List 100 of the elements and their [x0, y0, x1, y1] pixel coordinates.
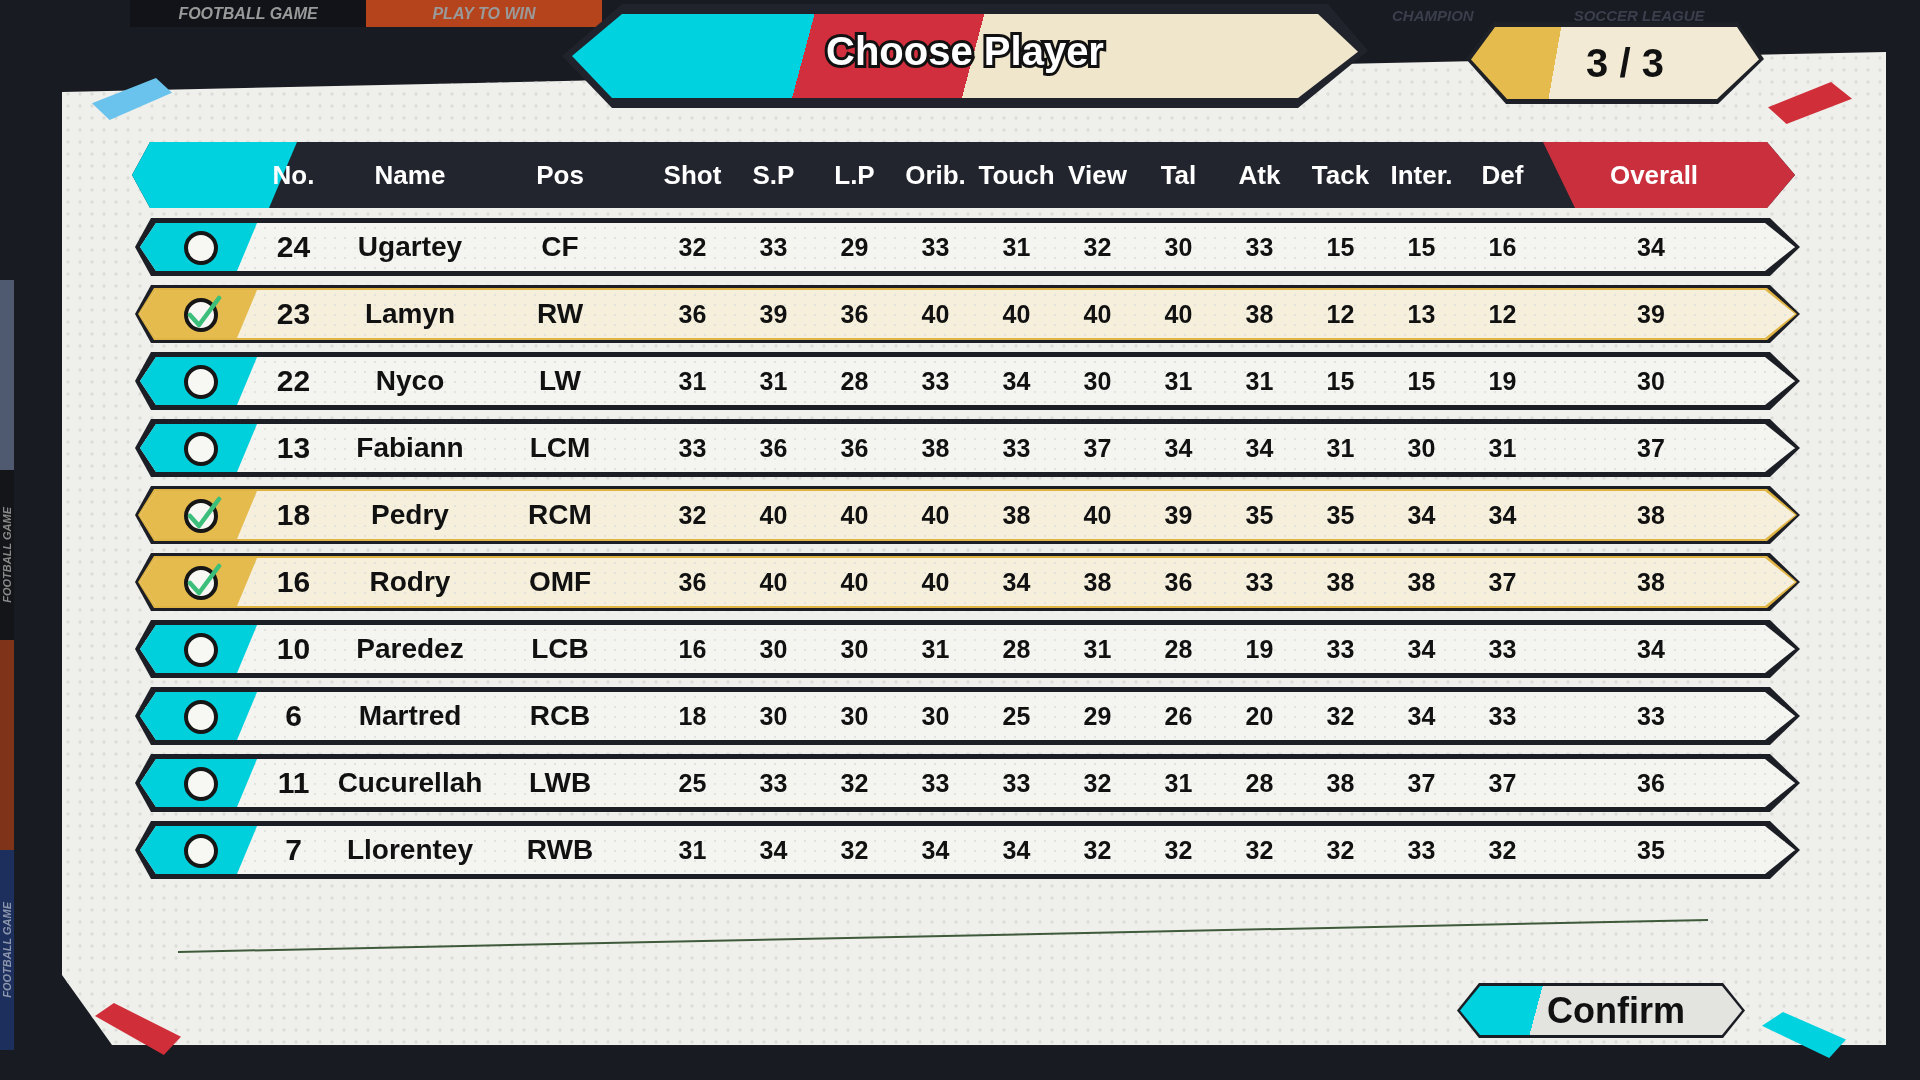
- stat-value: 33: [678, 435, 707, 461]
- stat-value: 34: [1002, 368, 1031, 394]
- stat-value: 38: [1326, 770, 1355, 796]
- overall-value: 30: [1637, 368, 1665, 394]
- stat-value: 32: [678, 502, 707, 528]
- stat-value: 34: [1407, 636, 1436, 662]
- side-label: FOOTBALL GAME: [0, 850, 14, 1050]
- stat-value: 32: [1488, 837, 1517, 863]
- player-row[interactable]: 23 Lamyn RW 36 39 36 40 40 40 40 38 12 13 12 39: [135, 285, 1800, 343]
- player-name: Pedry: [371, 501, 449, 529]
- stat-value: 34: [759, 837, 788, 863]
- banner-label: FOOTBALL GAME: [130, 0, 366, 27]
- stat-value: 40: [1164, 301, 1193, 327]
- player-number: 16: [276, 567, 311, 597]
- stat-value: 31: [1326, 435, 1355, 461]
- player-number: 22: [276, 366, 311, 396]
- player-row[interactable]: 18 Pedry RCM 32 40 40 40 38 40 39 35 35 34 34 38: [135, 486, 1800, 544]
- stat-value: 34: [1407, 502, 1436, 528]
- player-position: LCM: [529, 434, 591, 462]
- stat-value: 30: [759, 636, 788, 662]
- stat-value: 19: [1245, 636, 1274, 662]
- stat-value: 31: [1164, 368, 1193, 394]
- stat-value: 33: [921, 770, 950, 796]
- stat-value: 28: [840, 368, 869, 394]
- stat-value: 39: [759, 301, 788, 327]
- column-header: S.P: [752, 162, 795, 188]
- banner-label: PLAY TO WIN: [366, 0, 602, 27]
- stat-value: 31: [678, 837, 707, 863]
- stat-value: 30: [1164, 234, 1193, 260]
- stat-value: 32: [678, 234, 707, 260]
- player-name: Cucurellah: [337, 769, 483, 797]
- stat-value: 31: [1164, 770, 1193, 796]
- stat-value: 33: [759, 234, 788, 260]
- player-row[interactable]: 7 Llorentey RWB 31 34 32 34 34 32 32 32 32 33 32 35: [135, 821, 1800, 879]
- player-row[interactable]: 11 Cucurellah LWB 25 33 32 33 33 32 31 28 38 37 37 36: [135, 754, 1800, 812]
- stat-value: 40: [840, 569, 869, 595]
- stat-value: 12: [1326, 301, 1355, 327]
- stat-value: 15: [1407, 234, 1436, 260]
- stat-value: 33: [921, 368, 950, 394]
- stat-value: 26: [1164, 703, 1193, 729]
- stat-value: 30: [921, 703, 950, 729]
- stat-value: 12: [1488, 301, 1517, 327]
- stat-value: 30: [840, 636, 869, 662]
- stat-value: 36: [840, 301, 869, 327]
- stat-value: 37: [1488, 770, 1517, 796]
- check-circle-icon[interactable]: [182, 562, 222, 602]
- stat-value: 32: [1164, 837, 1193, 863]
- check-circle-icon[interactable]: [182, 495, 222, 535]
- column-header: Def: [1481, 162, 1524, 188]
- player-number: 6: [285, 701, 302, 731]
- check-circle-icon[interactable]: [182, 294, 222, 334]
- player-name: Paredez: [356, 635, 464, 663]
- column-header: Inter.: [1390, 162, 1453, 188]
- overall-value: 38: [1637, 502, 1665, 528]
- stat-value: 29: [1083, 703, 1112, 729]
- stat-value: 13: [1407, 301, 1436, 327]
- stat-value: 15: [1326, 234, 1355, 260]
- stat-value: 38: [921, 435, 950, 461]
- stat-value: 32: [840, 770, 869, 796]
- column-header: Tal: [1160, 162, 1197, 188]
- stat-value: 33: [1326, 636, 1355, 662]
- stat-value: 33: [759, 770, 788, 796]
- player-name: Rodry: [369, 568, 451, 596]
- side-label: FOOTBALL GAME: [0, 470, 14, 640]
- player-number: 13: [276, 433, 311, 463]
- overall-value: 34: [1637, 636, 1665, 662]
- player-row[interactable]: 6 Martred RCB 18 30 30 30 25 29 26 20 32 34 33 33: [135, 687, 1800, 745]
- stat-value: 35: [1326, 502, 1355, 528]
- player-row[interactable]: 13 Fabiann LCM 33 36 36 38 33 37 34 34 31 30 31 37: [135, 419, 1800, 477]
- player-name: Martred: [358, 702, 462, 730]
- stat-value: 39: [1164, 502, 1193, 528]
- stat-value: 40: [921, 569, 950, 595]
- stat-value: 33: [921, 234, 950, 260]
- stat-value: 37: [1083, 435, 1112, 461]
- stat-value: 37: [1488, 569, 1517, 595]
- stat-value: 16: [1488, 234, 1517, 260]
- player-name: Nyco: [375, 367, 445, 395]
- stat-value: 34: [1407, 703, 1436, 729]
- confirm-button[interactable]: Confirm: [1457, 983, 1745, 1038]
- stat-value: 33: [1407, 837, 1436, 863]
- player-number: 11: [277, 768, 310, 798]
- stat-value: 20: [1245, 703, 1274, 729]
- player-position: RCM: [528, 501, 592, 529]
- player-row[interactable]: 24 Ugartey CF 32 33 29 33 31 32 30 33 15 15 16 34: [135, 218, 1800, 276]
- player-row[interactable]: 10 Paredez LCB 16 30 30 31 28 31 28 19 33 34 33 34: [135, 620, 1800, 678]
- column-header: Orib.: [905, 162, 966, 188]
- stat-value: 34: [1245, 435, 1274, 461]
- player-position: RW: [536, 300, 584, 328]
- stat-value: 30: [1083, 368, 1112, 394]
- page-title: Choose Player: [826, 31, 1104, 71]
- stat-value: 32: [1083, 234, 1112, 260]
- stat-value: 32: [1245, 837, 1274, 863]
- overall-value: 38: [1637, 569, 1665, 595]
- stat-value: 40: [759, 569, 788, 595]
- stat-value: 29: [840, 234, 869, 260]
- stat-value: 28: [1164, 636, 1193, 662]
- player-row[interactable]: 22 Nyco LW 31 31 28 33 34 30 31 31 15 15 19 30: [135, 352, 1800, 410]
- player-row[interactable]: 16 Rodry OMF 36 40 40 40 34 38 36 33 38 38 37 38: [135, 553, 1800, 611]
- stat-value: 28: [1245, 770, 1274, 796]
- stat-value: 30: [840, 703, 869, 729]
